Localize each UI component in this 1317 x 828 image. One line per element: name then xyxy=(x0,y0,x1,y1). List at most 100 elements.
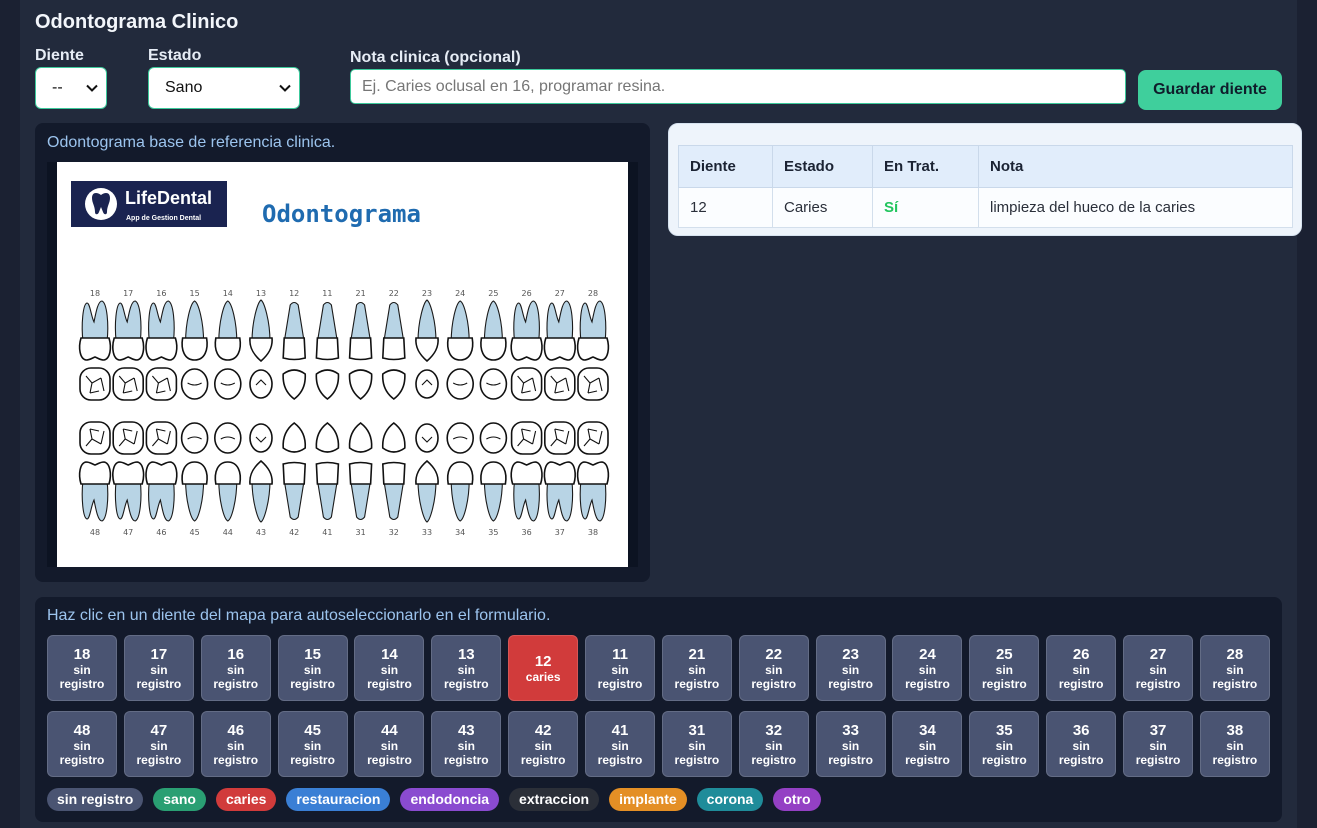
estado-label: Estado xyxy=(148,47,202,64)
tooth-crown xyxy=(145,461,178,485)
map-tooth-48[interactable]: 48 sin registro xyxy=(47,711,117,777)
tooth-number-label: 35 xyxy=(488,528,498,537)
map-tooth-34[interactable]: 34 sin registro xyxy=(892,711,963,777)
tooth-crown xyxy=(282,337,307,361)
tooth-number-label: 14 xyxy=(223,289,233,298)
tooth-32-drawing xyxy=(381,421,406,521)
map-tooth-14[interactable]: 14 sin registro xyxy=(354,635,425,701)
map-tooth-27[interactable]: 27 sin registro xyxy=(1123,635,1194,701)
map-tooth-status: caries xyxy=(525,669,561,684)
map-tooth-number: 48 xyxy=(73,721,91,739)
map-tooth-37[interactable]: 37 sin registro xyxy=(1123,711,1194,777)
tooth-44-drawing xyxy=(214,422,242,522)
map-tooth-26[interactable]: 26 sin registro xyxy=(1046,635,1117,701)
map-tooth-28[interactable]: 28 sin registro xyxy=(1199,635,1270,701)
tooth-occlusal xyxy=(381,369,406,401)
tooth-number-label: 27 xyxy=(555,289,565,298)
tooth-number-label: 25 xyxy=(488,289,498,298)
map-tooth-41[interactable]: 41 sin registro xyxy=(585,711,656,777)
tooth-crown xyxy=(576,461,610,485)
tooth-crown xyxy=(348,337,373,361)
map-tooth-33[interactable]: 33 sin registro xyxy=(815,711,886,777)
tooth-22-drawing xyxy=(381,301,406,401)
tooth-crown xyxy=(446,461,474,485)
tooth-crown xyxy=(543,337,576,361)
tooth-36-drawing xyxy=(510,421,543,522)
map-tooth-35[interactable]: 35 sin registro xyxy=(969,711,1040,777)
map-tooth-11[interactable]: 11 sin registro xyxy=(585,635,656,701)
tooth-number-label: 26 xyxy=(522,289,532,298)
tooth-root xyxy=(185,300,205,343)
tooth-46-drawing xyxy=(145,421,178,522)
tooth-crown xyxy=(214,337,242,361)
map-tooth-status: sin registro xyxy=(674,738,720,767)
map-tooth-45[interactable]: 45 sin registro xyxy=(277,711,348,777)
tooth-crown xyxy=(112,337,145,361)
map-tooth-31[interactable]: 31 sin registro xyxy=(661,711,732,777)
tooth-occlusal xyxy=(180,368,209,400)
tooth-root xyxy=(483,300,503,343)
tooth-24-drawing xyxy=(446,300,475,400)
map-tooth-number: 46 xyxy=(227,721,245,739)
tooth-crown xyxy=(415,459,439,485)
map-tooth-15[interactable]: 15 sin registro xyxy=(277,635,348,701)
map-tooth-number: 11 xyxy=(612,645,628,663)
tooth-28-drawing xyxy=(576,300,610,401)
map-tooth-status: sin registro xyxy=(828,738,873,767)
map-tooth-status: sin registro xyxy=(751,662,797,691)
save-tooth-button[interactable]: Guardar diente xyxy=(1138,70,1282,110)
map-tooth-status: sin registro xyxy=(136,738,182,767)
map-tooth-status: sin registro xyxy=(1135,738,1181,767)
map-tooth-23[interactable]: 23 sin registro xyxy=(815,635,886,701)
tooth-number-label: 13 xyxy=(256,289,266,298)
map-tooth-46[interactable]: 46 sin registro xyxy=(200,711,271,777)
map-tooth-number: 44 xyxy=(381,721,398,739)
map-tooth-16[interactable]: 16 sin registro xyxy=(200,635,271,701)
map-tooth-42[interactable]: 42 sin registro xyxy=(508,711,579,777)
tooth-crown xyxy=(315,337,340,361)
map-tooth-status: sin registro xyxy=(1212,662,1258,691)
map-tooth-24[interactable]: 24 sin registro xyxy=(892,635,963,701)
tooth-number-label: 33 xyxy=(422,528,432,537)
map-tooth-22[interactable]: 22 sin registro xyxy=(738,635,809,701)
map-tooth-number: 16 xyxy=(227,645,245,663)
estado-select[interactable]: Sano xyxy=(148,67,300,109)
tooth-crown xyxy=(543,461,576,485)
map-tooth-status: sin registro xyxy=(520,738,566,767)
estado-select-value: Sano xyxy=(165,79,203,96)
tooth-occlusal xyxy=(348,369,373,401)
tooth-number-label: 38 xyxy=(588,528,598,537)
map-tooth-38[interactable]: 38 sin registro xyxy=(1199,711,1270,777)
tooth-occlusal xyxy=(348,421,373,453)
map-tooth-44[interactable]: 44 sin registro xyxy=(354,711,425,777)
map-tooth-number: 22 xyxy=(765,645,783,663)
map-tooth-47[interactable]: 47 sin registro xyxy=(123,711,194,777)
map-tooth-13[interactable]: 13 sin registro xyxy=(431,635,502,701)
tooth-root xyxy=(546,479,574,522)
upper-arch xyxy=(78,299,610,401)
map-tooth-18[interactable]: 18 sin registro xyxy=(47,635,117,701)
tooth-root xyxy=(148,300,175,343)
tooth-root xyxy=(546,300,574,343)
tooth-45-drawing xyxy=(180,422,209,522)
saved-teeth-card: Diente Estado En Trat. Nota 12 Caries Sí… xyxy=(668,123,1302,236)
legend-restauracion: restauracion xyxy=(286,788,391,811)
tooth-number-label: 17 xyxy=(123,289,133,298)
map-tooth-43[interactable]: 43 sin registro xyxy=(431,711,502,777)
map-tooth-36[interactable]: 36 sin registro xyxy=(1046,711,1117,777)
map-tooth-21[interactable]: 21 sin registro xyxy=(661,635,732,701)
map-tooth-32[interactable]: 32 sin registro xyxy=(738,711,809,777)
map-tooth-number: 17 xyxy=(150,645,168,663)
map-tooth-25[interactable]: 25 sin registro xyxy=(969,635,1040,701)
tooth-13-drawing xyxy=(249,299,273,399)
tooth-38-drawing xyxy=(576,421,610,522)
table-row[interactable]: 12 Caries Sí limpieza del hueco de la ca… xyxy=(678,187,1293,228)
legend-caries: caries xyxy=(215,788,277,811)
diente-select[interactable]: -- xyxy=(35,67,107,109)
nota-input[interactable] xyxy=(350,69,1126,104)
tooth-number-label: 12 xyxy=(289,289,299,298)
tooth-number-label: 18 xyxy=(90,289,100,298)
map-tooth-17[interactable]: 17 sin registro xyxy=(123,635,194,701)
map-tooth-12[interactable]: 12 caries xyxy=(508,635,579,701)
tooth-crown xyxy=(112,461,145,485)
